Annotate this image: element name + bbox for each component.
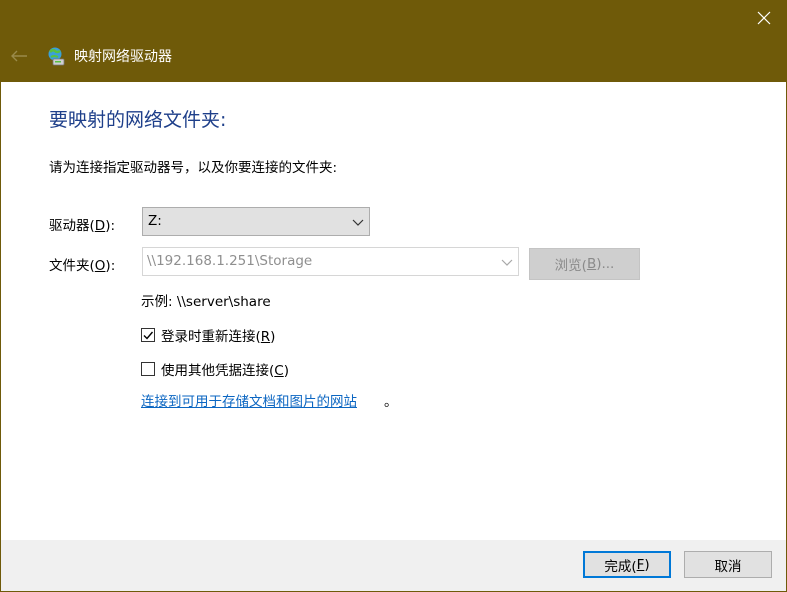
reconnect-at-signin-option[interactable]: 登录时重新连接(R): [141, 325, 275, 345]
folder-path-value: \\192.168.1.251\Storage: [147, 253, 313, 269]
browse-button[interactable]: 浏览(B)...: [529, 248, 640, 280]
folder-label: 文件夹(O):: [49, 258, 116, 274]
folder-path-input[interactable]: \\192.168.1.251\Storage: [142, 247, 519, 276]
other-credentials-label: 使用其他凭据连接(C): [161, 363, 289, 379]
close-icon: [757, 11, 771, 25]
reconnect-checkbox[interactable]: [141, 328, 155, 342]
drive-label: 驱动器(D):: [49, 218, 116, 234]
title-bar: 映射网络驱动器: [0, 0, 787, 82]
back-arrow-icon: [11, 50, 27, 62]
website-storage-link[interactable]: 连接到可用于存储文档和图片的网站: [141, 393, 357, 411]
network-drive-icon: [48, 47, 65, 66]
close-button[interactable]: [741, 0, 787, 36]
instruction-text: 请为连接指定驱动器号，以及你要连接的文件夹:: [49, 160, 338, 176]
drive-letter-select[interactable]: Z:: [142, 207, 370, 236]
finish-button[interactable]: 完成(F): [583, 551, 671, 578]
chevron-down-icon[interactable]: [501, 257, 513, 267]
drive-letter-value: Z:: [148, 213, 162, 229]
content-area: 要映射的网络文件夹: 请为连接指定驱动器号，以及你要连接的文件夹: 驱动器(D)…: [1, 82, 786, 540]
reconnect-label: 登录时重新连接(R): [161, 329, 276, 345]
page-heading: 要映射的网络文件夹:: [49, 109, 227, 131]
back-button[interactable]: [6, 45, 32, 67]
cancel-button[interactable]: 取消: [684, 551, 772, 578]
checkmark-icon: [143, 331, 154, 340]
dialog-footer: 完成(F) 取消: [1, 540, 786, 591]
window-title: 映射网络驱动器: [74, 49, 172, 65]
map-network-drive-window: 映射网络驱动器 要映射的网络文件夹: 请为连接指定驱动器号，以及你要连接的文件夹…: [0, 0, 787, 592]
link-period: 。: [384, 394, 398, 410]
other-credentials-option[interactable]: 使用其他凭据连接(C): [141, 359, 289, 379]
other-credentials-checkbox[interactable]: [141, 362, 155, 376]
example-text: 示例: \\server\share: [141, 294, 271, 310]
chevron-down-icon: [352, 219, 364, 226]
